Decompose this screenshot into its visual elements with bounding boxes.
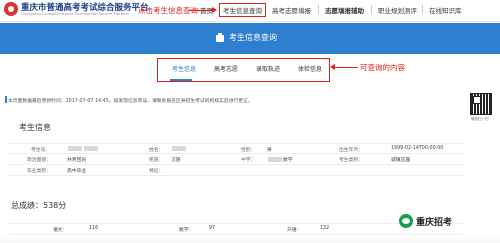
nav-divider [318, 5, 319, 14]
banner-title: 考生信息查询 [229, 33, 277, 42]
nav-item-knowledge-base[interactable]: 在线知识库 [429, 5, 462, 15]
wechat-icon [399, 214, 413, 228]
tab-admission-track[interactable]: 录取轨迹 [256, 64, 280, 73]
label-chinese: 语文： [53, 228, 68, 233]
value-ethnicity: 汉族 [171, 158, 181, 163]
bottom-fade [0, 237, 500, 243]
nav-item-volunteer-filling[interactable]: 高考志愿填报 [272, 5, 311, 15]
value-english: 132 [320, 226, 330, 231]
value-school: 数学 [267, 156, 293, 163]
table-row: 毕业类别： 高中毕业 特征： [9, 165, 463, 176]
nav-divider [371, 5, 372, 14]
label-english: 外语： [287, 228, 302, 233]
label-feature: 特征： [149, 169, 164, 174]
nav-item-filling-assist[interactable]: 志愿填报辅助 [325, 5, 364, 15]
value-student-id [67, 146, 99, 152]
table-row: 政治面貌： 共青团员 民族： 汉族 中学： 数学 考生类别： 城镇应届 [9, 154, 463, 165]
value-political: 共青团员 [67, 158, 87, 163]
value-category: 城镇应届 [391, 158, 411, 163]
student-info-table: 考生号： 姓名： 性别： 男 出生年月： 1999-02-14T00:00:00… [9, 143, 463, 176]
scores-row: 语文： 116 数学： 97 外语： 132 [9, 223, 463, 235]
qr-code-icon [470, 93, 492, 115]
label-student-id: 考生号： [31, 148, 51, 153]
label-math: 数学： [179, 228, 194, 233]
label-graduation: 毕业类别： [27, 169, 51, 174]
label-political: 政治面貌： [27, 158, 51, 163]
nav-divider [422, 5, 423, 14]
label-birth: 出生年月： [339, 148, 363, 153]
label-name: 姓名： [149, 148, 164, 153]
label-category: 考生类别： [339, 158, 363, 163]
value-chinese: 116 [89, 226, 99, 231]
tab-volunteer[interactable]: 高考志愿 [214, 64, 238, 73]
active-tab-indicator [170, 79, 192, 81]
label-ethnicity: 民族： [149, 158, 164, 163]
annotation-arrow-mid [330, 64, 358, 70]
value-school-text: 数学 [283, 158, 293, 163]
nav-item-career-assessment[interactable]: 职业规划测评 [378, 5, 417, 15]
label-school: 中学： [241, 158, 256, 163]
annotation-arrow-top [189, 7, 217, 13]
watermark-text: 重庆招考 [416, 218, 453, 228]
value-graduation: 高中毕业 [67, 169, 87, 174]
site-logo[interactable] [4, 2, 18, 16]
table-row: 考生号： 姓名： 性别： 男 出生年月： 1999-02-14T00:00:00 [9, 143, 463, 154]
total-score-title: 总成绩：538分 [11, 201, 67, 210]
update-notice: 本页面数据最后更新时间：2017-07-07 14:45。如发现信息有误，请联系… [8, 99, 253, 104]
nav-item-student-info-query[interactable]: 考生信息查询 [219, 3, 266, 17]
site-subtitle: Chongqing College Entrance Examination S… [21, 12, 130, 16]
tab-student-info[interactable]: 考生信息 [172, 64, 196, 73]
value-name [171, 146, 187, 152]
notice-indicator [5, 96, 7, 103]
page: 重庆市普通高考考试综合服务平台 Chongqing College Entran… [0, 0, 500, 243]
qr-label: 微信扫一扫 [471, 117, 489, 121]
student-info-title: 考生信息 [19, 123, 51, 132]
value-gender: 男 [267, 148, 272, 153]
label-gender: 性别： [241, 148, 256, 153]
value-math: 97 [209, 226, 216, 231]
value-birth: 1999-02-14T00:00:00 [391, 146, 444, 151]
annotation-queryable-content: 可查询的内容 [360, 63, 405, 72]
top-navigation-bar: 重庆市普通高考考试综合服务平台 Chongqing College Entran… [0, 0, 500, 22]
briefcase-icon [216, 33, 224, 42]
tab-medical-exam[interactable]: 体检信息 [298, 64, 322, 73]
